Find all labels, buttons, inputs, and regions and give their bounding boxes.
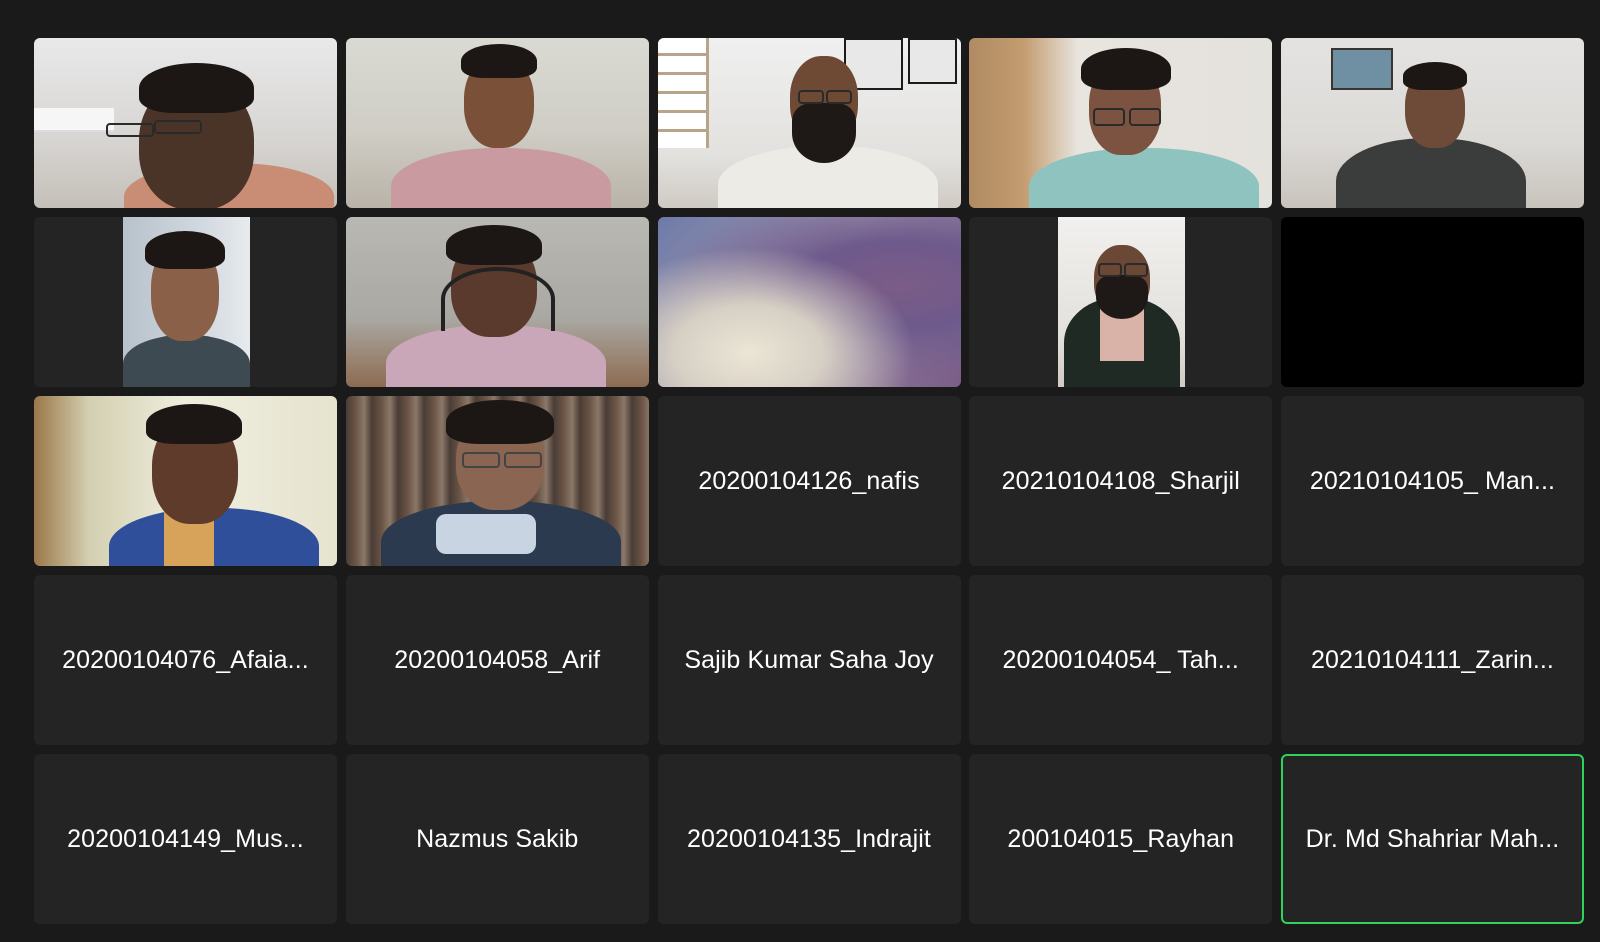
participant-video bbox=[969, 38, 1273, 208]
participant-name: 20200104054_ Tah... bbox=[1002, 645, 1239, 674]
participant-tile[interactable]: 20200104135_Indrajit bbox=[657, 754, 961, 924]
participant-name: 20210104111_Zarin... bbox=[1311, 645, 1554, 674]
participant-name: 20200104076_Afaia... bbox=[62, 645, 309, 674]
participant-video bbox=[345, 217, 649, 387]
video-tile[interactable] bbox=[34, 217, 337, 387]
participant-video bbox=[122, 217, 250, 387]
participant-video bbox=[1057, 217, 1185, 387]
participant-video bbox=[345, 38, 649, 208]
participant-tile[interactable]: 20200104058_Arif bbox=[345, 575, 649, 745]
video-tile[interactable] bbox=[34, 38, 337, 208]
video-tile[interactable] bbox=[657, 38, 961, 208]
video-tile[interactable] bbox=[345, 38, 649, 208]
participant-name: 20200104126_nafis bbox=[698, 466, 920, 495]
participant-name: 20210104108_Sharjil bbox=[1001, 466, 1240, 495]
participant-tile[interactable]: 20200104126_nafis bbox=[657, 396, 961, 566]
participant-tile[interactable]: Sajib Kumar Saha Joy bbox=[657, 575, 961, 745]
video-tile[interactable] bbox=[1281, 38, 1584, 208]
participant-video bbox=[1281, 38, 1584, 208]
participant-tile[interactable]: 20200104076_Afaia... bbox=[34, 575, 337, 745]
participant-name: Dr. Md Shahriar Mah... bbox=[1305, 824, 1560, 853]
participant-name: 200104015_Rayhan bbox=[1007, 824, 1235, 853]
participant-name: Sajib Kumar Saha Joy bbox=[684, 645, 934, 674]
participant-video bbox=[34, 38, 337, 208]
gallery-view: 20200104126_nafis 20210104108_Sharjil 20… bbox=[34, 38, 1584, 924]
participant-name: Nazmus Sakib bbox=[416, 824, 579, 853]
participant-name: 20200104135_Indrajit bbox=[687, 824, 931, 853]
participant-tile[interactable]: 20210104111_Zarin... bbox=[1281, 575, 1584, 745]
active-speaker-tile[interactable]: Dr. Md Shahriar Mah... bbox=[1281, 754, 1584, 924]
participant-tile[interactable]: 20210104108_Sharjil bbox=[969, 396, 1273, 566]
participant-video bbox=[34, 396, 337, 566]
participant-tile[interactable]: 200104015_Rayhan bbox=[969, 754, 1273, 924]
video-tile[interactable] bbox=[345, 217, 649, 387]
participant-name: 20200104058_Arif bbox=[394, 645, 601, 674]
video-tile[interactable] bbox=[969, 217, 1273, 387]
video-tile[interactable] bbox=[345, 396, 649, 566]
participant-name: 20210104105_ Man... bbox=[1309, 466, 1556, 495]
participant-tile[interactable]: 20200104149_Mus... bbox=[34, 754, 337, 924]
participant-video bbox=[1281, 217, 1584, 387]
video-tile[interactable] bbox=[1281, 217, 1584, 387]
video-tile[interactable] bbox=[657, 217, 961, 387]
video-tile[interactable] bbox=[34, 396, 337, 566]
participant-video bbox=[657, 217, 961, 387]
participant-tile[interactable]: 20200104054_ Tah... bbox=[969, 575, 1273, 745]
participant-tile[interactable]: Nazmus Sakib bbox=[345, 754, 649, 924]
participant-name: 20200104149_Mus... bbox=[67, 824, 304, 853]
participant-tile[interactable]: 20210104105_ Man... bbox=[1281, 396, 1584, 566]
video-tile[interactable] bbox=[969, 38, 1273, 208]
participant-video bbox=[657, 38, 961, 208]
participant-video bbox=[345, 396, 649, 566]
